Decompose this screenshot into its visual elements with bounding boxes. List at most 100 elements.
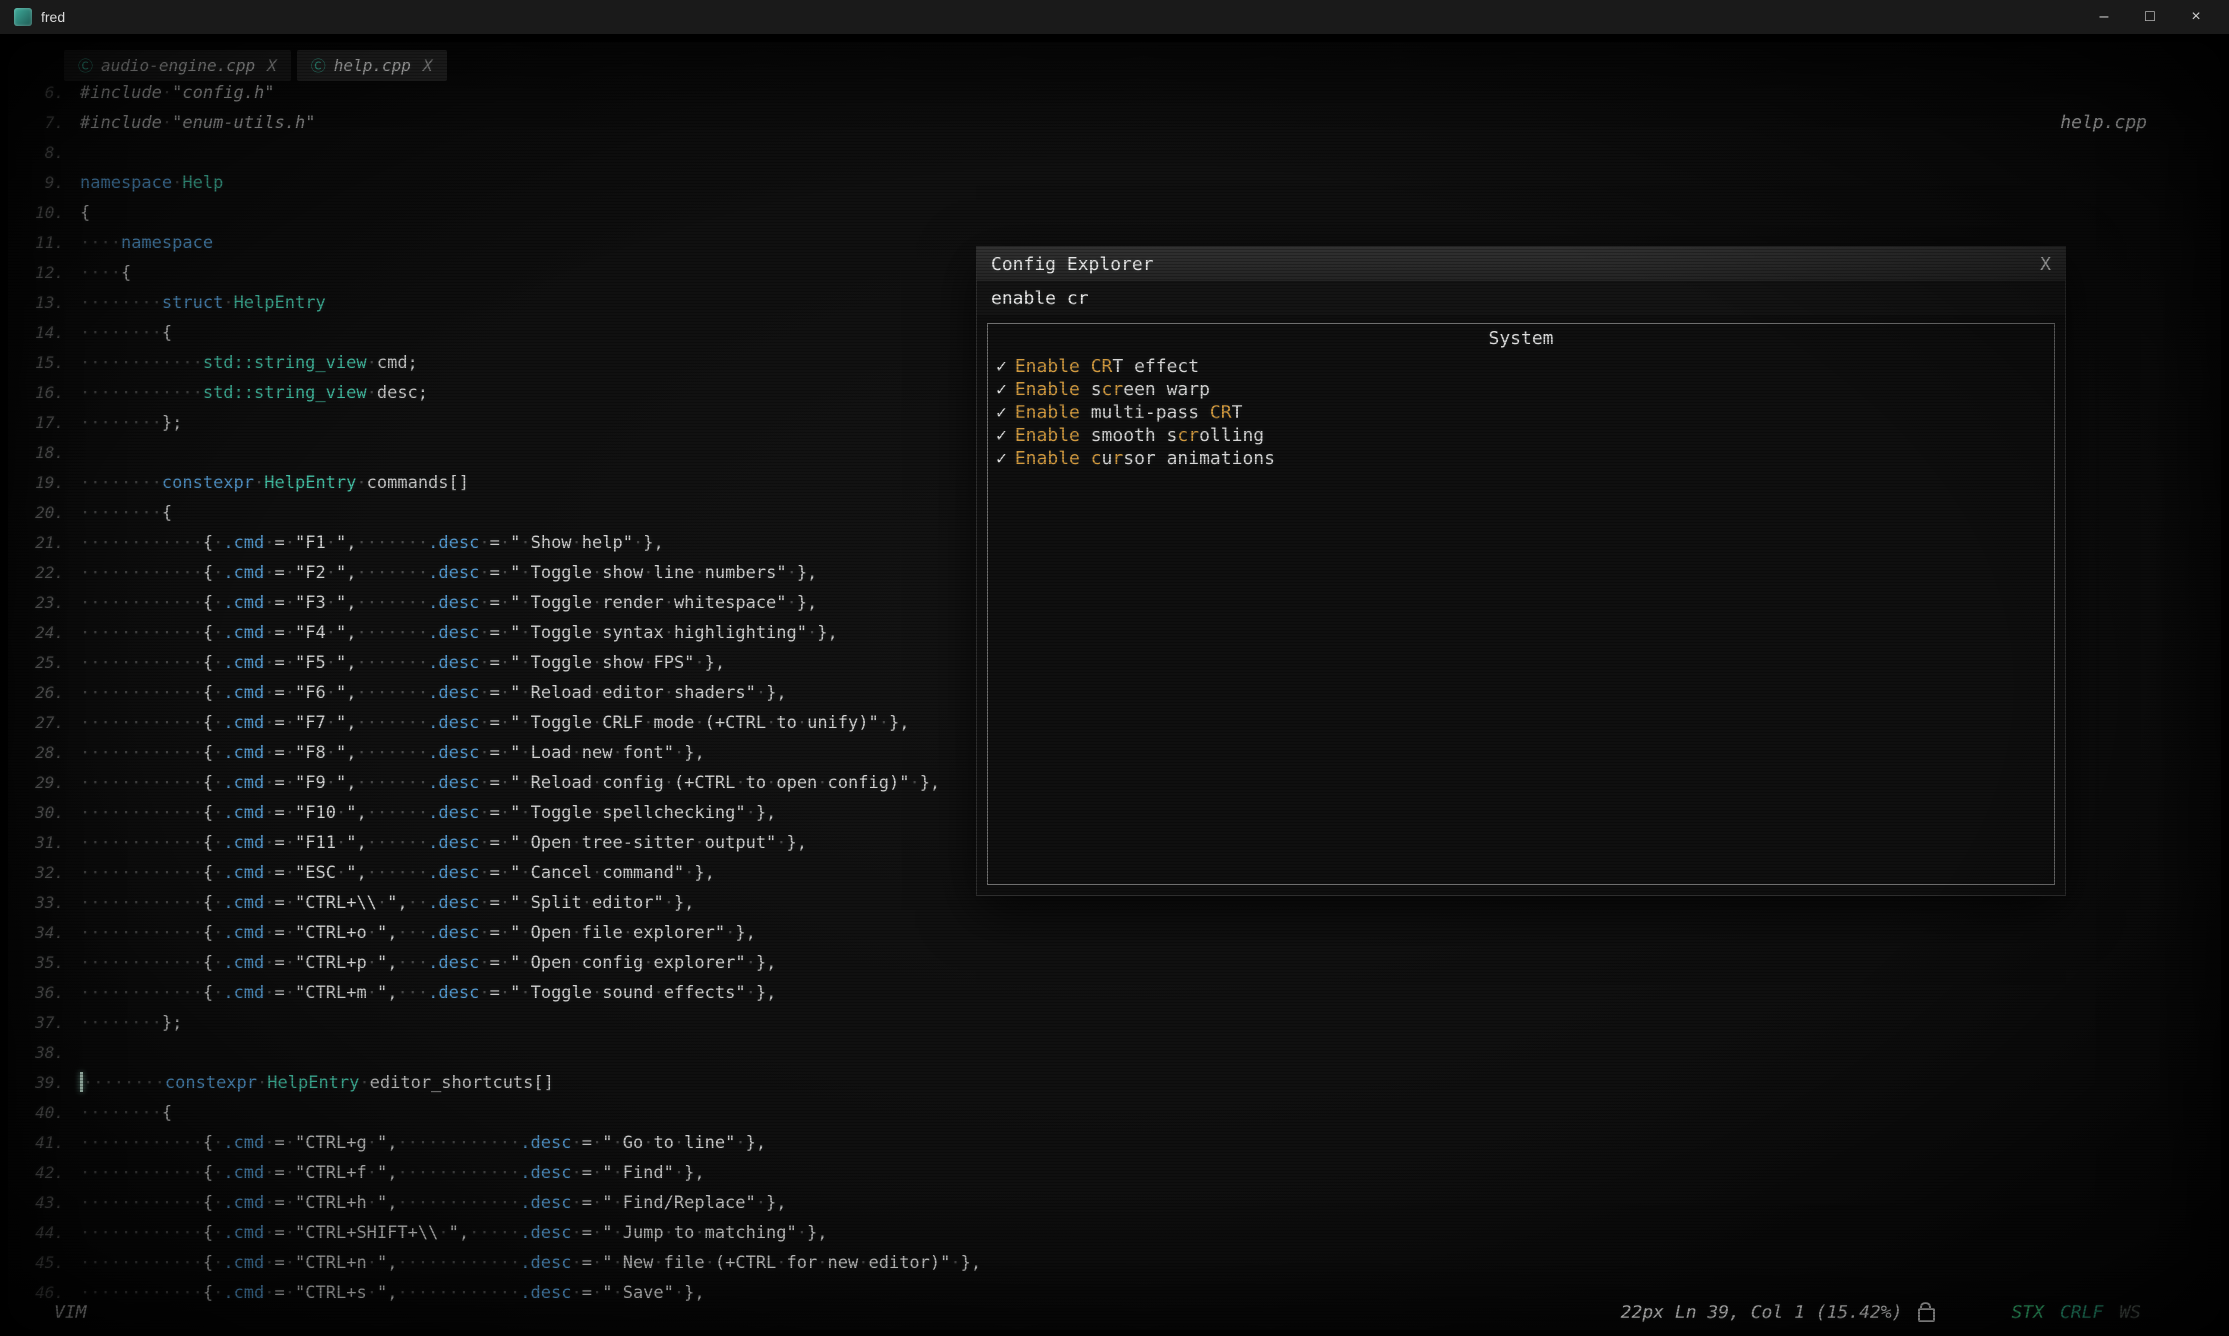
dialog-close-button[interactable]: X (2040, 254, 2051, 275)
line-number: 17. (8, 408, 64, 438)
tab-help-cpp[interactable]: Ⓒ help.cpp X (297, 50, 447, 81)
code-line[interactable]: 10. { (8, 198, 2221, 228)
code-line-text: ············{·.cmd·=·"F7·",·······.desc·… (80, 713, 909, 733)
code-line[interactable]: 6.#include·"config.h" (8, 78, 2221, 108)
maximize-button[interactable]: □ (2127, 0, 2173, 34)
line-number: 37. (8, 1008, 64, 1038)
code-line-text: ············{·.cmd·=·"F2·",·······.desc·… (80, 563, 817, 583)
code-line-text: #include·"config.h" (80, 83, 275, 103)
code-line-text: ········}; (80, 1013, 182, 1033)
line-number: 31. (8, 828, 64, 858)
line-number: 11. (8, 228, 64, 258)
checkbox-checked-icon[interactable]: ✓ (996, 402, 1007, 423)
config-search-input[interactable]: enable cr (977, 281, 2065, 315)
code-line-text: ············{·.cmd·=·"F1·",·······.desc·… (80, 533, 664, 553)
minimize-button[interactable]: – (2081, 0, 2127, 34)
code-line[interactable]: 37. ········}; (8, 1008, 2221, 1038)
code-line-text: ············{·.cmd·=·"F4·",·······.desc·… (80, 623, 838, 643)
code-line-text: ········{ (80, 503, 172, 523)
cursor-position-info: 22px Ln 39, Col 1 (15.42%) (1621, 1302, 1903, 1323)
code-line[interactable]: 39.········constexpr·HelpEntry·editor_sh… (8, 1068, 2221, 1098)
config-item[interactable]: ✓Enable multi-pass CRT (988, 401, 2054, 424)
code-line[interactable]: 36.············{·.cmd·=·"CTRL+m·",···.de… (8, 978, 2221, 1008)
editor-mode-indicator: VIM (54, 1302, 87, 1323)
line-number: 10. (8, 198, 64, 228)
tab-close-button[interactable]: X (423, 56, 433, 75)
status-flag-crlf[interactable]: CRLF (2060, 1302, 2103, 1323)
code-line-text: ············{·.cmd·=·"CTRL+\\·",··.desc·… (80, 893, 694, 913)
line-number: 41. (8, 1128, 64, 1158)
line-number: 30. (8, 798, 64, 828)
window-controls: – □ × (2081, 0, 2219, 34)
config-item[interactable]: ✓Enable smooth scrolling (988, 424, 2054, 447)
match-highlight: Enable (1015, 402, 1091, 423)
line-number: 35. (8, 948, 64, 978)
code-line[interactable]: 42.············{·.cmd·=·"CTRL+f·",······… (8, 1158, 2221, 1188)
config-explorer-dialog: Config Explorer X enable cr System ✓Enab… (976, 246, 2066, 896)
code-line-text: ············{·.cmd·=·"ESC·",······.desc·… (80, 863, 715, 883)
checkbox-checked-icon[interactable]: ✓ (996, 425, 1007, 446)
cpp-file-icon: Ⓒ (311, 55, 326, 76)
code-line-text: ····namespace (80, 233, 213, 253)
line-number: 40. (8, 1098, 64, 1128)
code-line[interactable]: 9.namespace·Help (8, 168, 2221, 198)
code-line[interactable]: 38. (8, 1038, 2221, 1068)
checkbox-checked-icon[interactable]: ✓ (996, 448, 1007, 469)
tab-label: audio-engine.cpp (101, 56, 255, 75)
code-line[interactable]: 34. ············{·.cmd·=·"CTRL+o·",···.de… (8, 918, 2221, 948)
code-line[interactable]: 8. (8, 138, 2221, 168)
tab-audio-engine-cpp[interactable]: Ⓒ audio-engine.cpp X (64, 50, 291, 81)
match-highlight: Enable (1015, 379, 1091, 400)
line-number: 7. (8, 108, 64, 138)
code-line[interactable]: 44. ············{·.cmd·=·"CTRL+SHIFT+\\·"… (8, 1218, 2221, 1248)
line-number: 32. (8, 858, 64, 888)
code-line[interactable]: 40.········{ (8, 1098, 2221, 1128)
code-line[interactable]: 35.············{·.cmd·=·"CTRL+p·",···.de… (8, 948, 2221, 978)
line-number: 34. (8, 918, 64, 948)
app-icon (14, 8, 32, 26)
code-line[interactable]: 45.············{·.cmd·=·"CTRL+n·",······… (8, 1248, 2221, 1278)
code-line-text: ····{ (80, 263, 131, 283)
code-line-text: ········}; (80, 413, 182, 433)
config-item[interactable]: ✓Enable screen warp (988, 378, 2054, 401)
code-line[interactable]: 41.············{·.cmd·=·"CTRL+g·",······… (8, 1128, 2221, 1158)
code-line-text: ············{·.cmd·=·"F8·",·······.desc·… (80, 743, 705, 763)
config-item[interactable]: ✓Enable CRT effect (988, 355, 2054, 378)
line-number: 12. (8, 258, 64, 288)
dialog-titlebar[interactable]: Config Explorer X (977, 247, 2065, 281)
lock-icon (1918, 1308, 1935, 1322)
config-item[interactable]: ✓Enable cursor animations (988, 447, 2054, 470)
line-number: 24. (8, 618, 64, 648)
code-line-text: ············{·.cmd·=·"CTRL+o·",···.desc·… (80, 923, 756, 943)
match-highlight: cr (1102, 379, 1124, 400)
item-label-text: s (1091, 379, 1102, 400)
config-items: ✓Enable CRT effect✓Enable screen warp✓En… (988, 355, 2054, 470)
line-number: 8. (8, 138, 64, 168)
status-flag-ws[interactable]: WS (2119, 1302, 2141, 1323)
line-number: 23. (8, 588, 64, 618)
line-number: 27. (8, 708, 64, 738)
match-highlight: cr (1177, 425, 1199, 446)
checkbox-checked-icon[interactable]: ✓ (996, 379, 1007, 400)
code-line-text: { (80, 203, 90, 223)
code-line-text: ············{·.cmd·=·"CTRL+h·",·········… (80, 1193, 787, 1213)
item-label-text: T effect (1112, 356, 1199, 377)
code-line-text: ············std::string_view·desc; (80, 383, 428, 403)
line-number: 33. (8, 888, 64, 918)
code-line[interactable]: 43.············{·.cmd·=·"CTRL+h·",······… (8, 1188, 2221, 1218)
line-number: 13. (8, 288, 64, 318)
status-flag-stx[interactable]: STX (2011, 1302, 2044, 1323)
close-button[interactable]: × (2173, 0, 2219, 34)
code-line-text: ············{·.cmd·=·"F9·",·······.desc·… (80, 773, 940, 793)
line-number: 22. (8, 558, 64, 588)
tab-close-button[interactable]: X (267, 56, 277, 75)
code-line[interactable]: 7.#include·"enum-utils.h" (8, 108, 2221, 138)
status-bar: VIM 22px Ln 39, Col 1 (15.42%) STX CRLF … (8, 1294, 2221, 1330)
line-number: 14. (8, 318, 64, 348)
code-line-text: ············{·.cmd·=·"CTRL+SHIFT+\\·",··… (80, 1223, 828, 1243)
status-right-group: 22px Ln 39, Col 1 (15.42%) STX CRLF WS (1621, 1302, 2141, 1323)
line-number: 44. (8, 1218, 64, 1248)
line-number: 9. (8, 168, 64, 198)
checkbox-checked-icon[interactable]: ✓ (996, 356, 1007, 377)
code-line-text: ············{·.cmd·=·"F11·",······.desc·… (80, 833, 807, 853)
